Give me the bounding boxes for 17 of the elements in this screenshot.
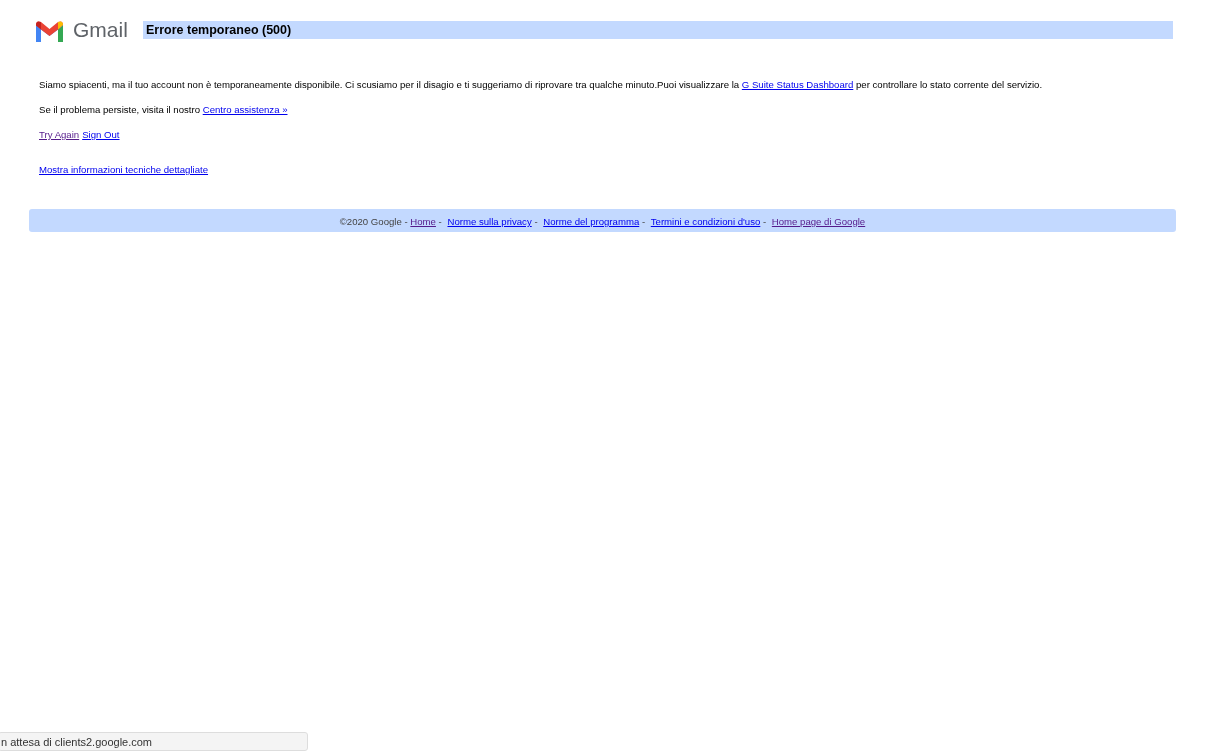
- link[interactable]: Centro assistenza »: [202, 104, 288, 115]
- paragraph: Siamo spiacenti, ma il tuo account non è temporaneamente disponibile. Ci scusiamo per il disagio e ti suggeriamo di riprovare tra qualche minuto.Puoi visualizzare la G Suite Status Dashboard per controllare lo stato corrente del servizio.: [39, 79, 1044, 90]
- status-bar: n attesa di clients2.google.com: [0, 732, 308, 751]
- link[interactable]: Home: [410, 216, 436, 227]
- gmail-logo-icon: [34, 18, 65, 42]
- link[interactable]: Try Again: [39, 129, 80, 140]
- link[interactable]: Norme del programma: [543, 216, 640, 227]
- logo-text: Gmail: [73, 18, 128, 42]
- link[interactable]: Norme sulla privacy: [447, 216, 532, 227]
- paragraph: Se il problema persiste, visita il nostro Centro assistenza »: [39, 104, 289, 115]
- link[interactable]: G Suite Status Dashboard: [741, 79, 854, 90]
- page-title: Errore temporaneo (500): [143, 21, 1173, 39]
- link[interactable]: Home page di Google: [771, 216, 866, 227]
- link[interactable]: Sign Out: [82, 129, 120, 140]
- link[interactable]: Termini e condizioni d'uso: [650, 216, 761, 227]
- footer-text: ©2020 Google - Home - Norme sulla privacy - Norme del programma - Termini e condizioni d'uso - Home page di Google: [339, 216, 866, 227]
- link[interactable]: Mostra informazioni tecniche dettagliate: [39, 164, 209, 175]
